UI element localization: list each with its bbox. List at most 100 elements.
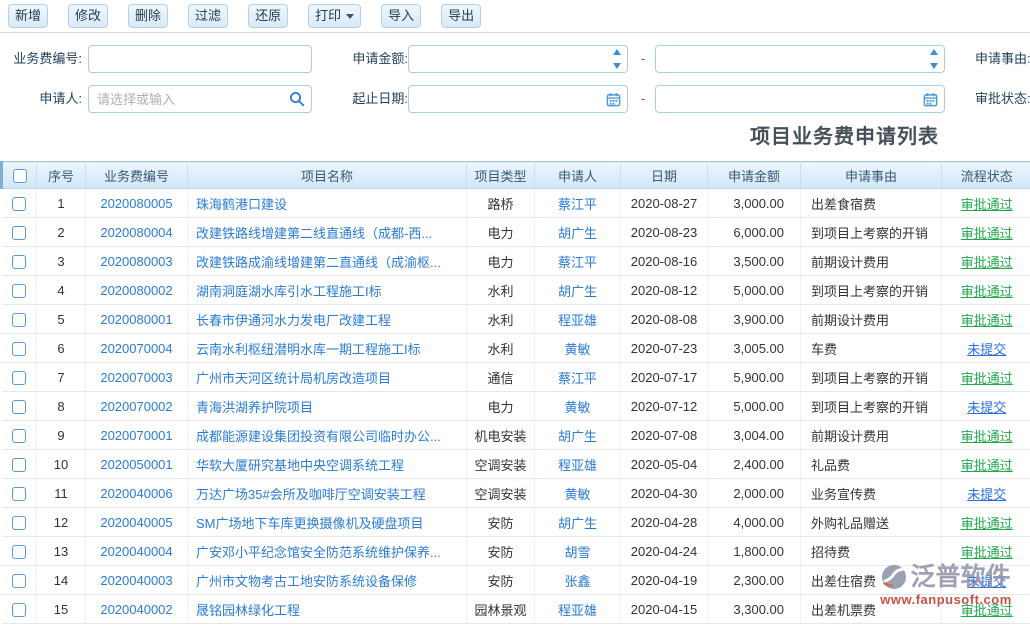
status-link[interactable]: 审批通过 (961, 313, 1013, 328)
spinner-up-icon[interactable] (930, 49, 938, 55)
project-link[interactable]: 云南水利枢纽潜明水库一期工程施工I标 (196, 342, 421, 357)
row-checkbox[interactable] (12, 400, 26, 414)
amount-from-input[interactable] (408, 45, 628, 73)
applicant-link[interactable]: 蔡江平 (558, 371, 597, 386)
status-link[interactable]: 审批通过 (961, 545, 1013, 560)
project-link[interactable]: 晟铭园林绿化工程 (196, 603, 300, 618)
applicant-link[interactable]: 胡雪 (564, 545, 590, 560)
amount-to-input[interactable] (655, 45, 945, 73)
project-link[interactable]: 青海洪湖养护院项目 (196, 400, 313, 415)
applicant-link[interactable]: 蔡江平 (558, 255, 597, 270)
restore-button[interactable]: 还原 (248, 4, 288, 28)
applicant-link[interactable]: 胡广生 (558, 429, 597, 444)
fee-no-link[interactable]: 2020070001 (100, 428, 172, 443)
import-button[interactable]: 导入 (381, 4, 421, 28)
applicant-link[interactable]: 黄敏 (564, 342, 590, 357)
status-link[interactable]: 审批通过 (961, 255, 1013, 270)
status-link[interactable]: 未提交 (967, 574, 1006, 589)
fee-no-link[interactable]: 2020050001 (100, 457, 172, 472)
fee-no-link[interactable]: 2020080003 (100, 254, 172, 269)
row-checkbox[interactable] (12, 516, 26, 530)
status-link[interactable]: 审批通过 (961, 371, 1013, 386)
applicant-link[interactable]: 胡广生 (558, 284, 597, 299)
project-link[interactable]: 改建铁路线增建第二线直通线（成都-西... (196, 226, 432, 241)
fee-no-link[interactable]: 2020040002 (100, 602, 172, 617)
fee-no-link[interactable]: 2020070002 (100, 399, 172, 414)
row-checkbox[interactable] (12, 197, 26, 211)
row-checkbox[interactable] (12, 574, 26, 588)
status-link[interactable]: 审批通过 (961, 429, 1013, 444)
project-link[interactable]: 成都能源建设集团投资有限公司临时办公... (196, 429, 441, 444)
applicant-link[interactable]: 张鑫 (564, 574, 590, 589)
date-to-input[interactable] (655, 85, 945, 113)
status-link[interactable]: 未提交 (967, 400, 1006, 415)
row-checkbox[interactable] (12, 545, 26, 559)
spinner-up-icon[interactable] (613, 49, 621, 55)
fee-no-input[interactable] (88, 45, 312, 73)
index-cell: 9 (37, 421, 86, 450)
project-link[interactable]: 长春市伊通河水力发电厂改建工程 (196, 313, 391, 328)
applicant-link[interactable]: 程亚雄 (558, 313, 597, 328)
row-checkbox[interactable] (12, 226, 26, 240)
status-link[interactable]: 未提交 (967, 487, 1006, 502)
applicant-link[interactable]: 程亚雄 (558, 458, 597, 473)
project-link[interactable]: 珠海鹤港口建设 (196, 197, 287, 212)
calendar-icon[interactable] (604, 90, 622, 108)
applicant-link[interactable]: 黄敏 (564, 487, 590, 502)
project-link[interactable]: 广州市天河区统计局机房改造项目 (196, 371, 391, 386)
status-link[interactable]: 审批通过 (961, 226, 1013, 241)
delete-button[interactable]: 删除 (128, 4, 168, 28)
calendar-icon[interactable] (921, 90, 939, 108)
row-checkbox[interactable] (12, 429, 26, 443)
status-link[interactable]: 审批通过 (961, 603, 1013, 618)
fee-no-link[interactable]: 2020080005 (100, 196, 172, 211)
applicant-link[interactable]: 蔡江平 (558, 197, 597, 212)
row-checkbox[interactable] (12, 487, 26, 501)
row-checkbox[interactable] (12, 284, 26, 298)
amount-from-spinner[interactable] (612, 49, 621, 69)
status-link[interactable]: 审批通过 (961, 458, 1013, 473)
fee-no-link[interactable]: 2020040005 (100, 515, 172, 530)
select-all-checkbox[interactable] (13, 169, 27, 183)
status-link[interactable]: 审批通过 (961, 284, 1013, 299)
applicant-input[interactable] (88, 85, 312, 113)
fee-no-link[interactable]: 2020070003 (100, 370, 172, 385)
project-link[interactable]: 华软大厦研究基地中央空调系统工程 (196, 458, 404, 473)
applicant-link[interactable]: 黄敏 (564, 400, 590, 415)
project-link[interactable]: 广州市文物考古工地安防系统设备保修 (196, 574, 417, 589)
project-link[interactable]: 改建铁路成渝线增建第二直通线（成渝枢... (196, 255, 441, 270)
row-checkbox[interactable] (12, 603, 26, 617)
row-checkbox[interactable] (12, 371, 26, 385)
status-link[interactable]: 审批通过 (961, 197, 1013, 212)
row-checkbox[interactable] (12, 458, 26, 472)
edit-button[interactable]: 修改 (68, 4, 108, 28)
applicant-link[interactable]: 程亚雄 (558, 603, 597, 618)
status-link[interactable]: 未提交 (967, 342, 1006, 357)
date-from-input[interactable] (408, 85, 628, 113)
fee-no-link[interactable]: 2020080002 (100, 283, 172, 298)
spinner-down-icon[interactable] (930, 63, 938, 69)
fee-no-link[interactable]: 2020080004 (100, 225, 172, 240)
fee-no-link[interactable]: 2020040006 (100, 486, 172, 501)
applicant-link[interactable]: 胡广生 (558, 226, 597, 241)
project-link[interactable]: 广安邓小平纪念馆安全防范系统维护保养... (196, 545, 441, 560)
fee-no-link[interactable]: 2020040004 (100, 544, 172, 559)
applicant-link[interactable]: 胡广生 (558, 516, 597, 531)
amount-to-spinner[interactable] (929, 49, 938, 69)
row-checkbox[interactable] (12, 313, 26, 327)
project-link[interactable]: SM广场地下车库更换摄像机及硬盘项目 (196, 516, 424, 531)
fee-no-link[interactable]: 2020080001 (100, 312, 172, 327)
export-button[interactable]: 导出 (441, 4, 481, 28)
filter-button[interactable]: 过滤 (188, 4, 228, 28)
add-button[interactable]: 新增 (8, 4, 48, 28)
spinner-down-icon[interactable] (613, 63, 621, 69)
fee-no-link[interactable]: 2020070004 (100, 341, 172, 356)
project-link[interactable]: 湖南洞庭湖水库引水工程施工I标 (196, 284, 382, 299)
search-icon[interactable] (288, 90, 306, 108)
row-checkbox[interactable] (12, 342, 26, 356)
status-link[interactable]: 审批通过 (961, 516, 1013, 531)
row-checkbox[interactable] (12, 255, 26, 269)
print-button[interactable]: 打印 (308, 4, 361, 28)
project-link[interactable]: 万达广场35#会所及咖啡厅空调安装工程 (196, 487, 426, 502)
fee-no-link[interactable]: 2020040003 (100, 573, 172, 588)
